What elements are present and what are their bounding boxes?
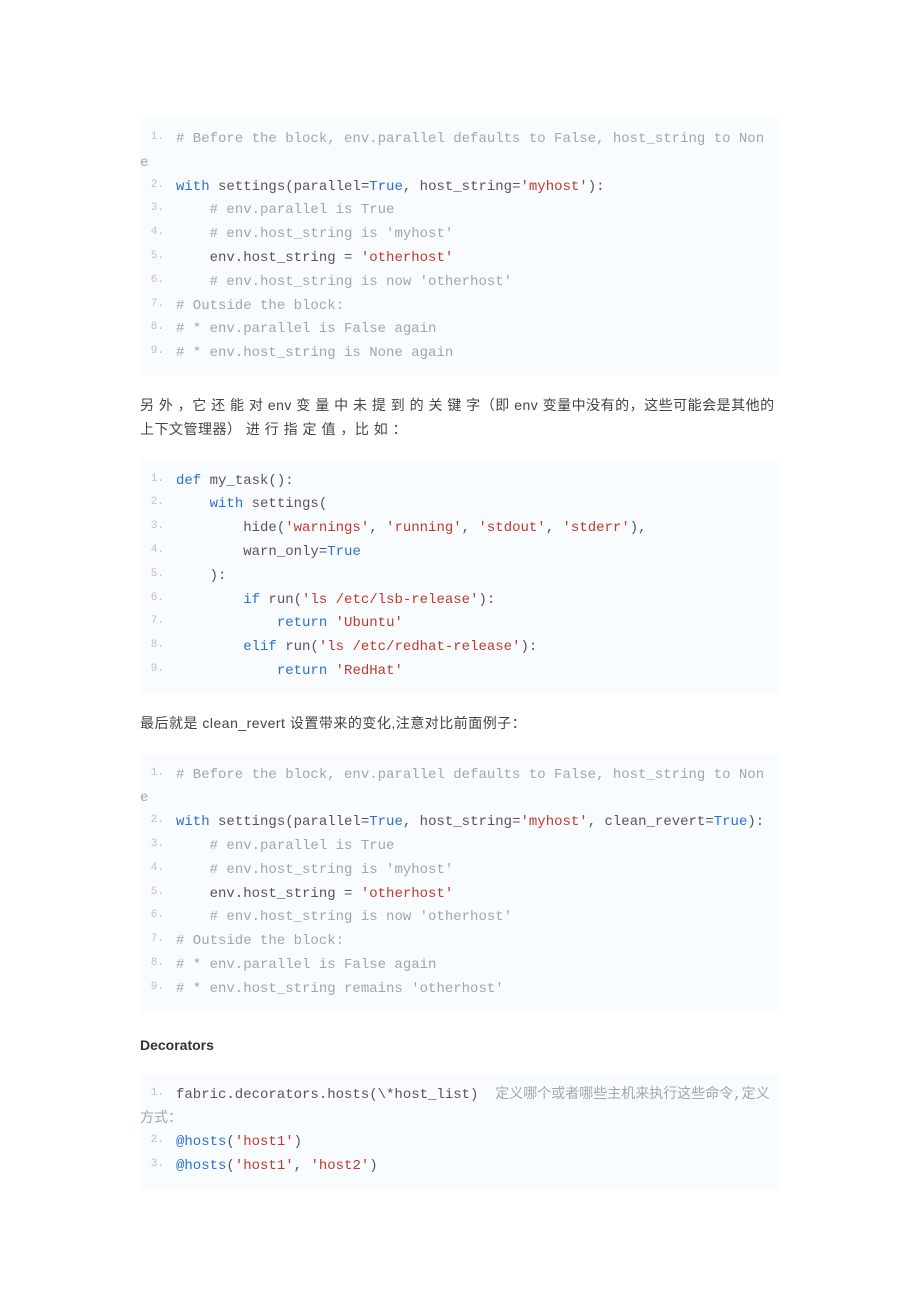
code-content: # env.host_string is 'myhost' [176,862,453,878]
line-number: 6. [140,906,164,925]
code-content: # * env.host_string is None again [176,345,453,361]
code-content: if run('ls /etc/lsb-release'): [176,592,495,608]
code-line: 9. return 'RedHat' [140,660,770,684]
code-line: 6. # env.host_string is now 'otherhost' [140,906,770,930]
code-content: warn_only=True [176,544,361,560]
line-number: 3. [140,199,164,218]
line-number: 2. [140,811,164,830]
code-content: # Outside the block: [176,933,344,949]
code-content: return 'Ubuntu' [176,615,403,631]
line-number: 5. [140,883,164,902]
code-content: with settings(parallel=True, host_string… [176,179,605,195]
code-line: 9. # * env.host_string remains 'otherhost… [140,978,770,1002]
line-number: 8. [140,318,164,337]
code-line: 2. with settings(parallel=True, host_stri… [140,176,770,200]
code-content: @hosts('host1') [176,1134,302,1150]
code-content: return 'RedHat' [176,663,403,679]
code-line: 7. # Outside the block: [140,295,770,319]
line-number: 3. [140,835,164,854]
code-block-4: 1.fabric.decorators.hosts(\*host_list) 定… [140,1074,780,1189]
code-line: 9. # * env.host_string is None again [140,342,770,366]
code-content: env.host_string = 'otherhost' [176,250,453,266]
code-content: # Before the block, env.parallel default… [140,767,764,807]
line-number: 9. [140,342,164,361]
code-content: env.host_string = 'otherhost' [176,886,453,902]
line-number: 4. [140,223,164,242]
code-content: # env.parallel is True [176,202,394,218]
code-content: # env.parallel is True [176,838,394,854]
code-line: 3. @hosts('host1', 'host2') [140,1155,770,1179]
line-number: 4. [140,541,164,560]
line-number: 2. [140,176,164,195]
code-line: 4. warn_only=True [140,541,770,565]
code-line: 1.# Before the block, env.parallel defau… [140,764,770,812]
code-line: 4. # env.host_string is 'myhost' [140,223,770,247]
line-number: 2. [140,1131,164,1150]
code-line: 3. # env.parallel is True [140,835,770,859]
code-content: # env.host_string is now 'otherhost' [176,274,512,290]
code-line: 5. ): [140,565,770,589]
code-content: hide('warnings', 'running', 'stdout', 's… [176,520,647,536]
line-number: 7. [140,930,164,949]
code-content: def my_task(): [176,473,294,489]
code-line: 1.# Before the block, env.parallel defau… [140,128,770,176]
line-number: 7. [140,612,164,631]
code-line: 8. # * env.parallel is False again [140,318,770,342]
code-block-1: 1.# Before the block, env.parallel defau… [140,118,780,376]
line-number: 8. [140,954,164,973]
line-number: 1. [140,128,164,147]
code-line: 5. env.host_string = 'otherhost' [140,247,770,271]
code-line: 3. hide('warnings', 'running', 'stdout',… [140,517,770,541]
line-number: 4. [140,859,164,878]
code-line: 2. with settings( [140,493,770,517]
code-content: # env.host_string is 'myhost' [176,226,453,242]
code-line: 5. env.host_string = 'otherhost' [140,883,770,907]
code-line: 7. return 'Ubuntu' [140,612,770,636]
line-number: 6. [140,271,164,290]
code-content: ): [176,568,226,584]
code-line: 4. # env.host_string is 'myhost' [140,859,770,883]
code-content: # env.host_string is now 'otherhost' [176,909,512,925]
line-number: 7. [140,295,164,314]
line-number: 6. [140,589,164,608]
code-line: 6. if run('ls /etc/lsb-release'): [140,589,770,613]
code-line: 7. # Outside the block: [140,930,770,954]
line-number: 1. [140,764,164,783]
line-number: 9. [140,978,164,997]
code-content: # * env.host_string remains 'otherhost' [176,981,504,997]
section-heading-decorators: Decorators [140,1034,780,1056]
code-content: # Outside the block: [176,298,344,314]
code-line: 2. with settings(parallel=True, host_stri… [140,811,770,835]
code-content: with settings(parallel=True, host_string… [176,814,764,830]
line-number: 1. [140,470,164,489]
line-number: 5. [140,565,164,584]
paragraph-2: 最后就是 clean_revert 设置带来的变化,注意对比前面例子： [140,712,780,736]
line-number: 2. [140,493,164,512]
code-line: 2. @hosts('host1') [140,1131,770,1155]
code-line: 1.fabric.decorators.hosts(\*host_list) 定… [140,1084,770,1132]
code-content: # Before the block, env.parallel default… [140,131,764,171]
code-block-2: 1.def my_task():2. with settings(3. hide… [140,460,780,694]
code-line: 8. # * env.parallel is False again [140,954,770,978]
line-number: 9. [140,660,164,679]
code-line: 6. # env.host_string is now 'otherhost' [140,271,770,295]
code-content: @hosts('host1', 'host2') [176,1158,378,1174]
code-content: # * env.parallel is False again [176,957,436,973]
code-content: elif run('ls /etc/redhat-release'): [176,639,537,655]
line-number: 1. [140,1084,164,1103]
code-line: 1. def my_task(): [140,470,770,494]
code-line: 8. elif run('ls /etc/redhat-release'): [140,636,770,660]
line-number: 3. [140,1155,164,1174]
paragraph-1: 另 外 ，它 还 能 对 env 变 量 中 未 提 到 的 关 键 字（即 e… [140,394,780,442]
line-number: 3. [140,517,164,536]
code-content: # * env.parallel is False again [176,321,436,337]
code-content: with settings( [176,496,327,512]
code-block-3: 1.# Before the block, env.parallel defau… [140,754,780,1012]
code-line: 3. # env.parallel is True [140,199,770,223]
code-content: fabric.decorators.hosts(\*host_list) 定义哪… [140,1087,770,1127]
line-number: 8. [140,636,164,655]
line-number: 5. [140,247,164,266]
